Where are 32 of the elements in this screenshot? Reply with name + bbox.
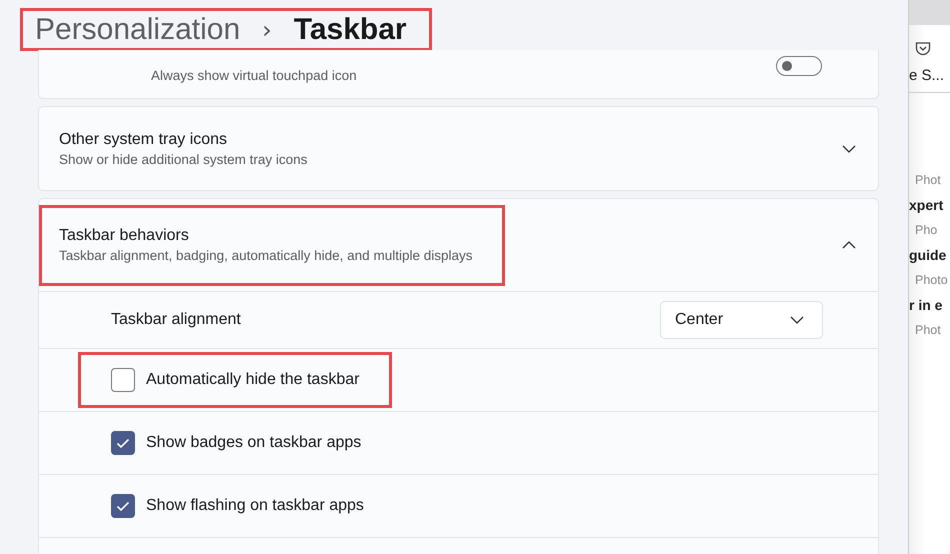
setting-label: Taskbar alignment xyxy=(111,311,241,329)
breadcrumb-parent[interactable]: Personalization xyxy=(35,12,240,46)
setting-title[interactable]: Other system tray icons xyxy=(59,130,308,148)
article-source: Pho xyxy=(914,223,938,237)
setting-description: Show or hide additional system tray icons xyxy=(59,152,308,166)
checkbox-label[interactable]: Show flashing on taskbar apps xyxy=(146,497,364,515)
checkbox[interactable] xyxy=(111,494,135,518)
chevron-down-icon xyxy=(790,316,804,324)
checkmark-icon xyxy=(116,438,130,448)
setting-description: Taskbar alignment, badging, automatically hide, and multiple displays xyxy=(59,248,472,263)
setting-title[interactable]: Taskbar behaviors xyxy=(59,227,472,245)
article-title[interactable]: xpert xyxy=(909,197,950,213)
checkmark-icon xyxy=(116,500,130,512)
chevron-down-icon xyxy=(842,144,856,152)
article-source: Photo xyxy=(914,273,949,287)
article-title[interactable]: r in e xyxy=(909,297,950,313)
pocket-icon[interactable] xyxy=(915,41,931,57)
setting-description: Always show virtual touchpad icon xyxy=(151,68,357,83)
article-title[interactable]: guide xyxy=(909,247,950,263)
article-source: Phot xyxy=(914,323,942,337)
article-source: Phot xyxy=(914,173,942,187)
toggle-switch[interactable] xyxy=(776,56,822,76)
checkbox-label[interactable]: Show badges on taskbar apps xyxy=(146,434,362,452)
browser-toolbar xyxy=(909,0,950,25)
tab-title[interactable]: e S... xyxy=(909,67,950,84)
breadcrumb-separator: › xyxy=(262,16,272,44)
checkbox-label[interactable]: Automatically hide the taskbar xyxy=(146,371,360,389)
page-title: Taskbar xyxy=(294,12,407,46)
chevron-up-icon xyxy=(842,241,856,249)
checkbox[interactable] xyxy=(111,368,135,392)
checkbox[interactable] xyxy=(111,431,135,455)
alignment-dropdown[interactable]: Center xyxy=(660,301,823,339)
